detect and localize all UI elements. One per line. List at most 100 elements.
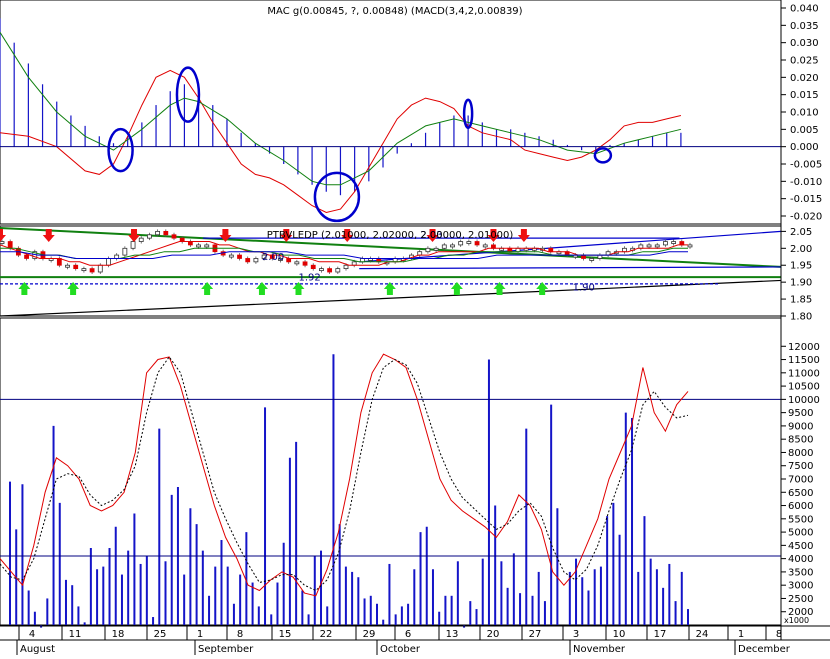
- volume-y-tick-label: 10000: [788, 395, 820, 406]
- x-month-label: November: [573, 644, 626, 655]
- x-tick-label: 20: [487, 629, 500, 640]
- x-tick-label: 4: [29, 629, 35, 640]
- price-candle-body: [7, 241, 13, 249]
- chart-background: [0, 0, 830, 655]
- x-tick-label: 11: [69, 629, 82, 640]
- price-y-tick-label: 2.05: [790, 227, 812, 238]
- volume-y-tick-label: 11500: [788, 355, 820, 366]
- price-candle-body: [548, 247, 554, 253]
- price-y-tick-label: 1.90: [790, 278, 812, 289]
- price-label: 2.00: [262, 252, 284, 263]
- price-candle-body: [335, 268, 341, 273]
- volume-y-tick-label: 4500: [788, 541, 813, 552]
- price-candle-body: [302, 261, 308, 266]
- volume-y-tick-label: 8000: [788, 448, 813, 459]
- x-tick-label: 3: [573, 629, 579, 640]
- price-y-tick-label: 2.00: [790, 244, 812, 255]
- price-candle-body: [97, 264, 103, 273]
- volume-y-tick-label: 12000: [788, 342, 820, 353]
- x-tick-label: 1: [738, 629, 744, 640]
- macd-y-tick-label: -0.015: [790, 194, 822, 205]
- x-tick-label: 25: [154, 629, 167, 640]
- price-candle-body: [228, 254, 234, 258]
- price-candle-body: [245, 258, 251, 263]
- volume-unit-label: x1000: [784, 616, 809, 625]
- x-month-label: October: [380, 644, 421, 655]
- volume-y-tick-label: 8500: [788, 435, 813, 446]
- price-candle-body: [687, 244, 693, 248]
- x-tick-label: 8: [237, 629, 243, 640]
- volume-y-tick-label: 7000: [788, 475, 813, 486]
- x-tick-label: 1: [197, 629, 203, 640]
- price-candle-body: [89, 268, 95, 273]
- price-candle-body: [65, 264, 70, 268]
- volume-y-tick-label: 10500: [788, 382, 820, 393]
- price-label: 1.90: [573, 283, 595, 294]
- volume-y-tick-label: 9000: [788, 421, 813, 432]
- price-candle-body: [515, 247, 521, 253]
- price-candle-body: [450, 244, 455, 248]
- x-tick-label: 22: [320, 629, 333, 640]
- price-candle-body: [482, 244, 488, 248]
- price-candle-body: [187, 241, 193, 246]
- macd-y-tick-label: 0.035: [790, 21, 819, 32]
- price-y-tick-label: 1.85: [790, 295, 812, 306]
- price-candle-body: [663, 241, 668, 246]
- price-candle-body: [155, 230, 161, 236]
- x-tick-label: 27: [529, 629, 542, 640]
- price-candle-body: [122, 247, 128, 256]
- price-candle-body: [147, 234, 152, 239]
- x-month-label: August: [20, 644, 55, 655]
- price-candle-body: [589, 258, 595, 261]
- macd-y-tick-label: -0.020: [790, 212, 822, 223]
- macd-y-tick-label: 0.010: [790, 108, 819, 119]
- volume-y-tick-label: 7500: [788, 461, 813, 472]
- chart-canvas: MAC g(0.00845, ?, 0.00848) (MACD(3,4,2,0…: [0, 0, 830, 655]
- x-tick-label: 17: [654, 629, 667, 640]
- volume-y-tick-label: 4000: [788, 554, 813, 565]
- price-candle-body: [646, 244, 652, 248]
- price-candle-body: [319, 268, 324, 272]
- macd-y-tick-label: 0.025: [790, 56, 819, 67]
- x-tick-label: 29: [363, 629, 376, 640]
- price-candle-body: [81, 268, 87, 272]
- x-month-label: September: [198, 644, 254, 655]
- price-candle-body: [106, 258, 111, 266]
- price-candle-body: [171, 234, 177, 239]
- volume-y-tick-label: 9500: [788, 408, 813, 419]
- macd-y-tick-label: 0.020: [790, 73, 819, 84]
- macd-y-tick-label: 0.015: [790, 90, 819, 101]
- macd-y-tick-label: -0.010: [790, 177, 822, 188]
- price-candle-body: [114, 254, 120, 259]
- volume-y-tick-label: 5000: [788, 528, 813, 539]
- macd-y-tick-label: -0.005: [790, 160, 822, 171]
- price-candle-body: [507, 247, 513, 253]
- price-candle-body: [425, 247, 431, 253]
- price-candle-body: [24, 254, 29, 259]
- price-candle-body: [441, 244, 447, 249]
- x-tick-label: 6: [405, 629, 411, 640]
- price-y-tick-label: 1.95: [790, 261, 812, 272]
- price-title: PTBVLEDP (2.01000, 2.02000, 2.00000, 2.0…: [267, 230, 514, 241]
- price-candle-body: [237, 254, 242, 259]
- macd-y-tick-label: 0.030: [790, 38, 819, 49]
- price-candle-body: [73, 264, 79, 270]
- price-candle-body: [458, 241, 464, 246]
- price-candle-body: [433, 247, 439, 251]
- price-candle-body: [310, 264, 316, 270]
- price-candle-body: [163, 230, 169, 236]
- price-candle-body: [622, 247, 627, 253]
- volume-y-tick-label: 6000: [788, 501, 813, 512]
- price-candle-body: [466, 241, 472, 244]
- price-candle-body: [130, 241, 136, 249]
- volume-y-tick-label: 5500: [788, 514, 813, 525]
- price-candle-body: [343, 264, 349, 270]
- macd-y-tick-label: 0.005: [790, 125, 819, 136]
- macd-y-tick-label: 0.040: [790, 4, 819, 15]
- volume-y-tick-label: 2500: [788, 594, 813, 605]
- volume-y-tick-label: 3500: [788, 567, 813, 578]
- x-tick-label: 13: [446, 629, 459, 640]
- volume-y-tick-label: 11000: [788, 368, 820, 379]
- price-label: 1.92: [298, 272, 320, 283]
- price-candle-body: [654, 244, 660, 248]
